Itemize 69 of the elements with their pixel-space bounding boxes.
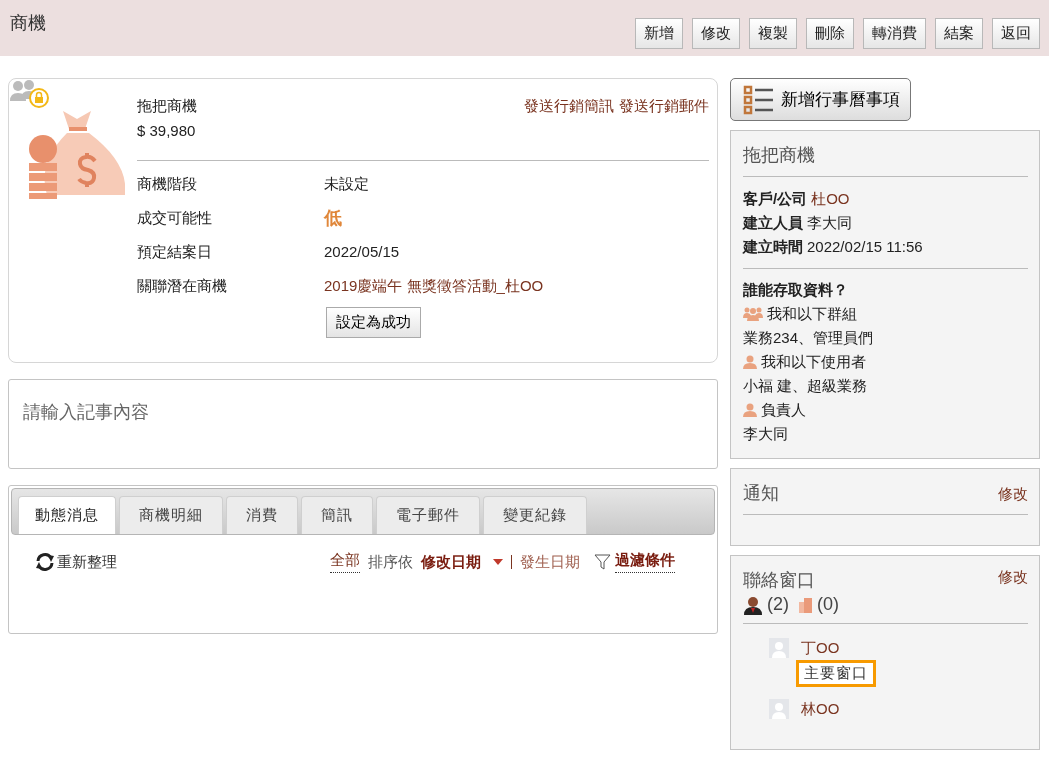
panel-title: 聯絡窗口	[743, 569, 815, 592]
add-calendar-event-button[interactable]: 新增行事曆事項	[730, 78, 911, 121]
probability-value: 低	[324, 207, 343, 230]
person-icon	[743, 594, 763, 615]
panel-title: 通知	[743, 482, 779, 505]
access-title: 誰能存取資料？	[743, 280, 848, 300]
access-members: 小福 建、超級業務	[743, 376, 869, 396]
note-input-field[interactable]: 請輸入記事內容	[8, 379, 718, 469]
edit-link[interactable]: 修改	[998, 485, 1028, 504]
toolbar-button[interactable]: 複製	[749, 18, 797, 49]
avatar-icon	[769, 638, 789, 658]
person-icon	[743, 355, 757, 369]
toolbar-button[interactable]: 修改	[692, 18, 740, 49]
info-label: 建立時間	[743, 237, 803, 257]
filter-conditions-link[interactable]: 過濾條件	[615, 551, 675, 573]
customer-link[interactable]: 杜OO	[811, 187, 850, 211]
opportunity-name: 拖把商機	[137, 96, 197, 116]
group-icon	[743, 307, 763, 321]
tab[interactable]: 消費	[226, 496, 298, 534]
building-icon	[799, 596, 813, 613]
access-label: 負責人	[761, 400, 806, 420]
panel-title: 拖把商機	[743, 144, 815, 167]
field-label: 商機階段	[137, 174, 198, 194]
action-link[interactable]: 發送行銷郵件	[619, 93, 709, 143]
toolbar-button[interactable]: 返回	[992, 18, 1040, 49]
info-label: 建立人員	[743, 213, 803, 233]
field-label: 關聯潛在商機	[137, 276, 228, 296]
sort-label: 排序依	[368, 552, 413, 572]
tab[interactable]: 電子郵件	[376, 496, 480, 534]
company-count: (0)	[817, 594, 839, 615]
info-label: 客戶/公司	[743, 189, 808, 209]
field-label: 預定結案日	[137, 242, 213, 262]
contact-name[interactable]: 丁OO	[801, 638, 876, 658]
tab[interactable]: 商機明細	[119, 496, 223, 534]
toolbar-button[interactable]: 新增	[635, 18, 683, 49]
action-link[interactable]: 發送行銷簡訊	[524, 93, 614, 143]
person-count: (2)	[767, 594, 789, 615]
toolbar-button[interactable]: 刪除	[806, 18, 854, 49]
caret-icon	[493, 559, 503, 565]
list-icon	[743, 84, 775, 115]
avatar-icon	[769, 699, 789, 719]
info-value: 2022/02/15 11:56	[807, 237, 923, 257]
primary-contact-tag: 主要窗口	[796, 660, 876, 687]
field-value: 未設定	[324, 174, 370, 194]
tab[interactable]: 簡訊	[301, 496, 373, 534]
info-value: 李大同	[807, 213, 852, 233]
refresh-button[interactable]: 重新整理	[35, 552, 117, 572]
set-success-button[interactable]: 設定為成功	[326, 307, 421, 338]
page-title: 商機	[10, 12, 46, 35]
tab[interactable]: 變更紀錄	[483, 496, 587, 534]
sort-option[interactable]: 發生日期	[520, 552, 580, 572]
toolbar-button[interactable]: 結案	[935, 18, 983, 49]
toolbar-button[interactable]: 轉消費	[863, 18, 926, 49]
access-label: 我和以下群組	[767, 304, 857, 324]
access-label: 我和以下使用者	[761, 352, 866, 372]
edit-link[interactable]: 修改	[998, 568, 1028, 592]
access-members: 業務234、管理員們	[743, 328, 875, 348]
related-lead-link[interactable]: 2019慶端午 無獎徵答活動_杜OO	[324, 277, 544, 294]
access-members: 李大同	[743, 424, 789, 444]
sort-option[interactable]: 修改日期	[421, 552, 503, 572]
field-label: 成交可能性	[137, 208, 213, 228]
opportunity-amount: $ 39,980	[137, 121, 197, 141]
filter-icon	[594, 554, 611, 570]
tab[interactable]: 動態消息	[18, 496, 116, 534]
person-icon	[743, 403, 757, 417]
refresh-icon	[35, 552, 55, 572]
field-value: 2022/05/15	[324, 242, 401, 262]
all-filter-link[interactable]: 全部	[330, 551, 360, 573]
contact-name[interactable]: 林OO	[801, 699, 840, 719]
